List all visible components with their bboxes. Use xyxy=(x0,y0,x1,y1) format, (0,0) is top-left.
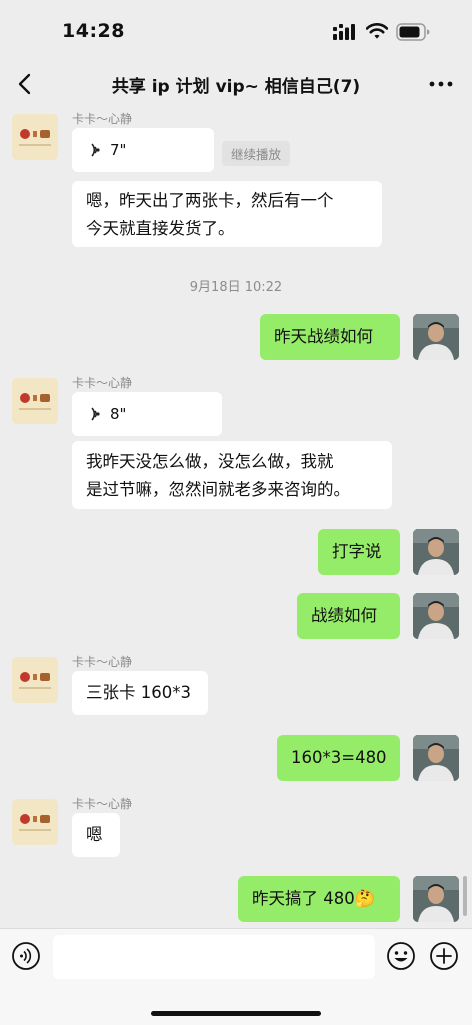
avatar-image xyxy=(413,593,459,639)
battery-icon xyxy=(396,23,430,41)
chat-title: 共享 ip 计划 vip~ 相信自己(7) xyxy=(111,77,361,97)
message-line: 我昨天没怎么做，没怎么做，我就 xyxy=(86,452,334,471)
voice-message[interactable]: 7" xyxy=(72,128,214,172)
message-input[interactable] xyxy=(53,935,375,979)
voice-wave-icon xyxy=(91,407,100,421)
avatar-image xyxy=(12,114,58,160)
timestamp: 9月18日 10:22 xyxy=(189,280,283,295)
avatar[interactable] xyxy=(413,314,459,360)
avatar-image xyxy=(413,735,459,781)
avatar[interactable] xyxy=(413,735,459,781)
voice-duration: 8" xyxy=(110,405,127,423)
message-text: 昨天搞了 480 xyxy=(252,889,355,908)
plus-icon[interactable] xyxy=(429,941,459,971)
wifi-icon xyxy=(366,23,388,39)
sender-name: 卡卡～心静 xyxy=(72,655,133,669)
sender-name: 卡卡～心静 xyxy=(72,376,133,390)
message-line: 今天就直接发货了。 xyxy=(86,219,235,238)
text-message[interactable]: 昨天搞了 480🤔 xyxy=(238,876,400,922)
text-message[interactable]: 打字说 xyxy=(318,529,400,575)
home-indicator xyxy=(151,1011,321,1016)
continue-playing-chip[interactable]: 继续播放 xyxy=(222,141,291,166)
voice-message[interactable]: 8" xyxy=(72,392,222,436)
avatar[interactable] xyxy=(413,529,459,575)
voice-duration: 7" xyxy=(110,141,127,159)
text-message[interactable]: 战绩如何 xyxy=(297,593,400,639)
chat-header: 共享 ip 计划 vip~ 相信自己(7) xyxy=(0,60,472,108)
avatar[interactable] xyxy=(12,378,58,424)
text-message[interactable]: 昨天战绩如何 xyxy=(260,314,400,360)
avatar-image xyxy=(12,799,58,845)
thinking-emoji: 🤔 xyxy=(354,889,376,908)
text-message[interactable]: 嗯，昨天出了两张卡，然后有一个 今天就直接发货了。 xyxy=(72,181,382,247)
message-list[interactable]: 卡卡～心静 7" 继续播放 嗯，昨天出了两张卡，然后有一个 今天就直接发货了。 … xyxy=(0,108,472,928)
more-icon[interactable] xyxy=(428,74,454,94)
status-time: 14:28 xyxy=(62,20,125,42)
chat-scrollbar[interactable] xyxy=(463,876,467,916)
avatar[interactable] xyxy=(12,799,58,845)
avatar-image xyxy=(12,657,58,703)
avatar[interactable] xyxy=(413,593,459,639)
avatar-image xyxy=(413,529,459,575)
avatar-image xyxy=(12,378,58,424)
avatar[interactable] xyxy=(12,114,58,160)
text-message[interactable]: 嗯 xyxy=(72,813,120,857)
avatar-image xyxy=(413,314,459,360)
back-arrow-icon[interactable] xyxy=(14,72,38,96)
emoji-icon[interactable] xyxy=(386,941,416,971)
avatar[interactable] xyxy=(413,876,459,922)
avatar-image xyxy=(413,876,459,922)
cellular-signal-icon xyxy=(333,24,355,40)
message-line: 是过节嘛，忽然间就老多来咨询的。 xyxy=(86,480,350,499)
status-bar: 14:28 xyxy=(0,0,472,60)
input-bar xyxy=(0,928,472,1025)
sender-name: 卡卡～心静 xyxy=(72,797,133,811)
voice-wave-icon xyxy=(91,143,100,157)
text-message[interactable]: 160*3=480 xyxy=(277,735,400,781)
sender-name: 卡卡～心静 xyxy=(72,112,133,126)
message-line: 嗯，昨天出了两张卡，然后有一个 xyxy=(86,191,334,210)
text-message[interactable]: 三张卡 160*3 xyxy=(72,671,208,715)
avatar[interactable] xyxy=(12,657,58,703)
voice-icon[interactable] xyxy=(11,941,41,971)
text-message[interactable]: 我昨天没怎么做，没怎么做，我就 是过节嘛，忽然间就老多来咨询的。 xyxy=(72,441,392,509)
